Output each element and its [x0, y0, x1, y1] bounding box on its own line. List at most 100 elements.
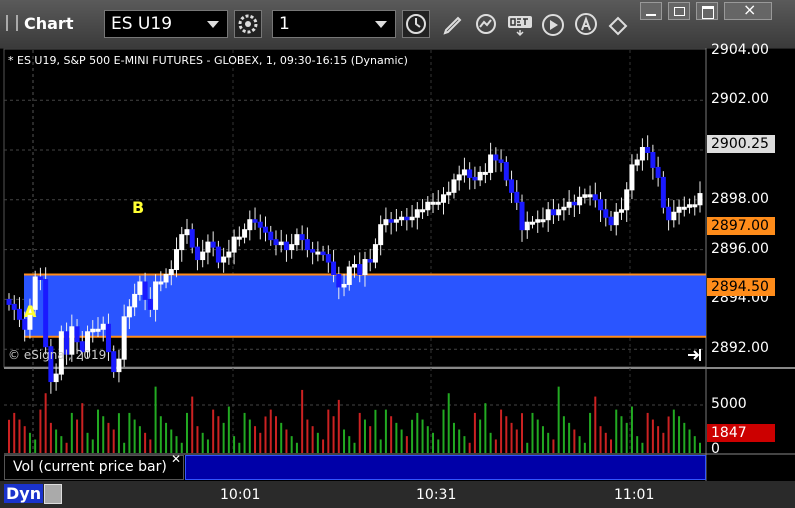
grip-icon[interactable] [6, 15, 18, 31]
chevron-down-icon[interactable] [375, 21, 387, 28]
clock-icon [406, 14, 426, 34]
candle-body [242, 229, 248, 238]
candle-body [650, 151, 656, 168]
scroll-to-end-icon[interactable] [686, 348, 704, 362]
candle-body [179, 234, 185, 251]
symbol-value: ES U19 [111, 14, 173, 34]
candle-body [304, 239, 310, 251]
candle-body [488, 154, 494, 173]
candle-body [571, 201, 577, 206]
price-axis-label: 2898.00 [711, 191, 769, 207]
maximize-button[interactable] [696, 2, 718, 20]
candle-body [692, 204, 698, 208]
candle-body [550, 209, 556, 216]
pencil-icon[interactable] [440, 12, 466, 38]
candle-body [624, 189, 630, 211]
candle-body [592, 194, 598, 201]
study-icon[interactable] [474, 12, 500, 38]
candle-body [472, 176, 478, 181]
candle-body [283, 241, 289, 251]
candle-body [11, 303, 17, 310]
copyright-label: © eSignal, 2019 [8, 348, 107, 362]
candle-body [137, 281, 143, 295]
candle-body [168, 269, 174, 276]
candle-body [509, 179, 515, 193]
link-icon[interactable] [606, 12, 632, 38]
candle-body [446, 191, 452, 196]
play-icon[interactable] [540, 12, 566, 38]
symbol-combo[interactable]: ES U19 [104, 10, 228, 38]
price-axis-label: 2896.00 [711, 241, 769, 257]
candle-body [126, 306, 132, 318]
candle-body [498, 159, 504, 163]
candle-body [639, 147, 645, 161]
price-axis-label: 2904.00 [711, 42, 769, 58]
close-icon[interactable]: ✕ [171, 452, 181, 466]
restore-button[interactable] [668, 2, 690, 20]
candle-body [687, 204, 693, 208]
candle-body [325, 254, 331, 263]
close-button[interactable]: × [724, 0, 772, 20]
candle-body [174, 249, 180, 271]
candle-body [378, 224, 384, 246]
range-high-tag: 2897.00 [707, 217, 775, 235]
lock-icon[interactable] [44, 484, 62, 504]
interval-clock-button[interactable] [402, 10, 430, 38]
candle-body [676, 206, 682, 213]
chart-description: * ES U19, S&P 500 E-MINI FUTURES - GLOBE… [8, 54, 408, 67]
candle-body [294, 234, 300, 246]
candle-body [132, 293, 138, 308]
minimize-button[interactable] [640, 2, 662, 20]
candle-body [425, 201, 431, 211]
marker-b-label: B [132, 198, 145, 217]
candle-body [194, 246, 200, 261]
candle-body [461, 169, 467, 176]
volume-legend[interactable]: Vol (current price bar) [4, 455, 184, 480]
candle-body [357, 264, 363, 275]
candle-body [184, 229, 190, 236]
candle-body [247, 219, 253, 231]
candle-body [388, 219, 394, 223]
candle-body [561, 206, 567, 211]
chevron-down-icon[interactable] [207, 21, 219, 28]
candle-body [629, 164, 635, 191]
candle-body [315, 251, 321, 255]
candle-body [435, 201, 441, 205]
candle-body [404, 216, 410, 221]
candle-body [310, 249, 316, 253]
symbol-settings-button[interactable] [234, 10, 262, 38]
candle-body [467, 169, 473, 178]
candle-body [582, 194, 588, 198]
candle-body [273, 239, 279, 246]
candle-body [655, 166, 661, 178]
candle-body [598, 199, 604, 211]
candle-body [158, 281, 164, 285]
candle-body [451, 179, 457, 193]
marker-a-label: A [24, 302, 37, 321]
candle-body [545, 209, 551, 221]
candle-body [529, 221, 535, 225]
candle-body [53, 373, 59, 383]
candle-body [681, 206, 687, 210]
get-data-icon[interactable] [507, 12, 533, 38]
dynamic-mode-button[interactable]: Dyn [4, 484, 44, 503]
candle-body [100, 323, 106, 330]
candle-body [299, 234, 305, 241]
candle-body [346, 266, 352, 285]
candle-body [43, 278, 49, 348]
time-axis [0, 481, 795, 508]
candle-body [456, 174, 462, 181]
candle-body [372, 244, 378, 263]
candle-body [514, 191, 520, 203]
price-chart[interactable] [0, 48, 795, 481]
candle-body [331, 261, 337, 276]
candle-body [278, 241, 284, 246]
alert-icon[interactable] [574, 12, 600, 38]
gear-icon [238, 14, 258, 34]
interval-combo[interactable]: 1 [272, 10, 396, 38]
toolbar: Chart ES U19 1 × [0, 0, 795, 49]
candle-body [116, 358, 122, 373]
candle-body [189, 229, 195, 248]
candle-body [362, 259, 368, 275]
candle-body [393, 219, 399, 223]
